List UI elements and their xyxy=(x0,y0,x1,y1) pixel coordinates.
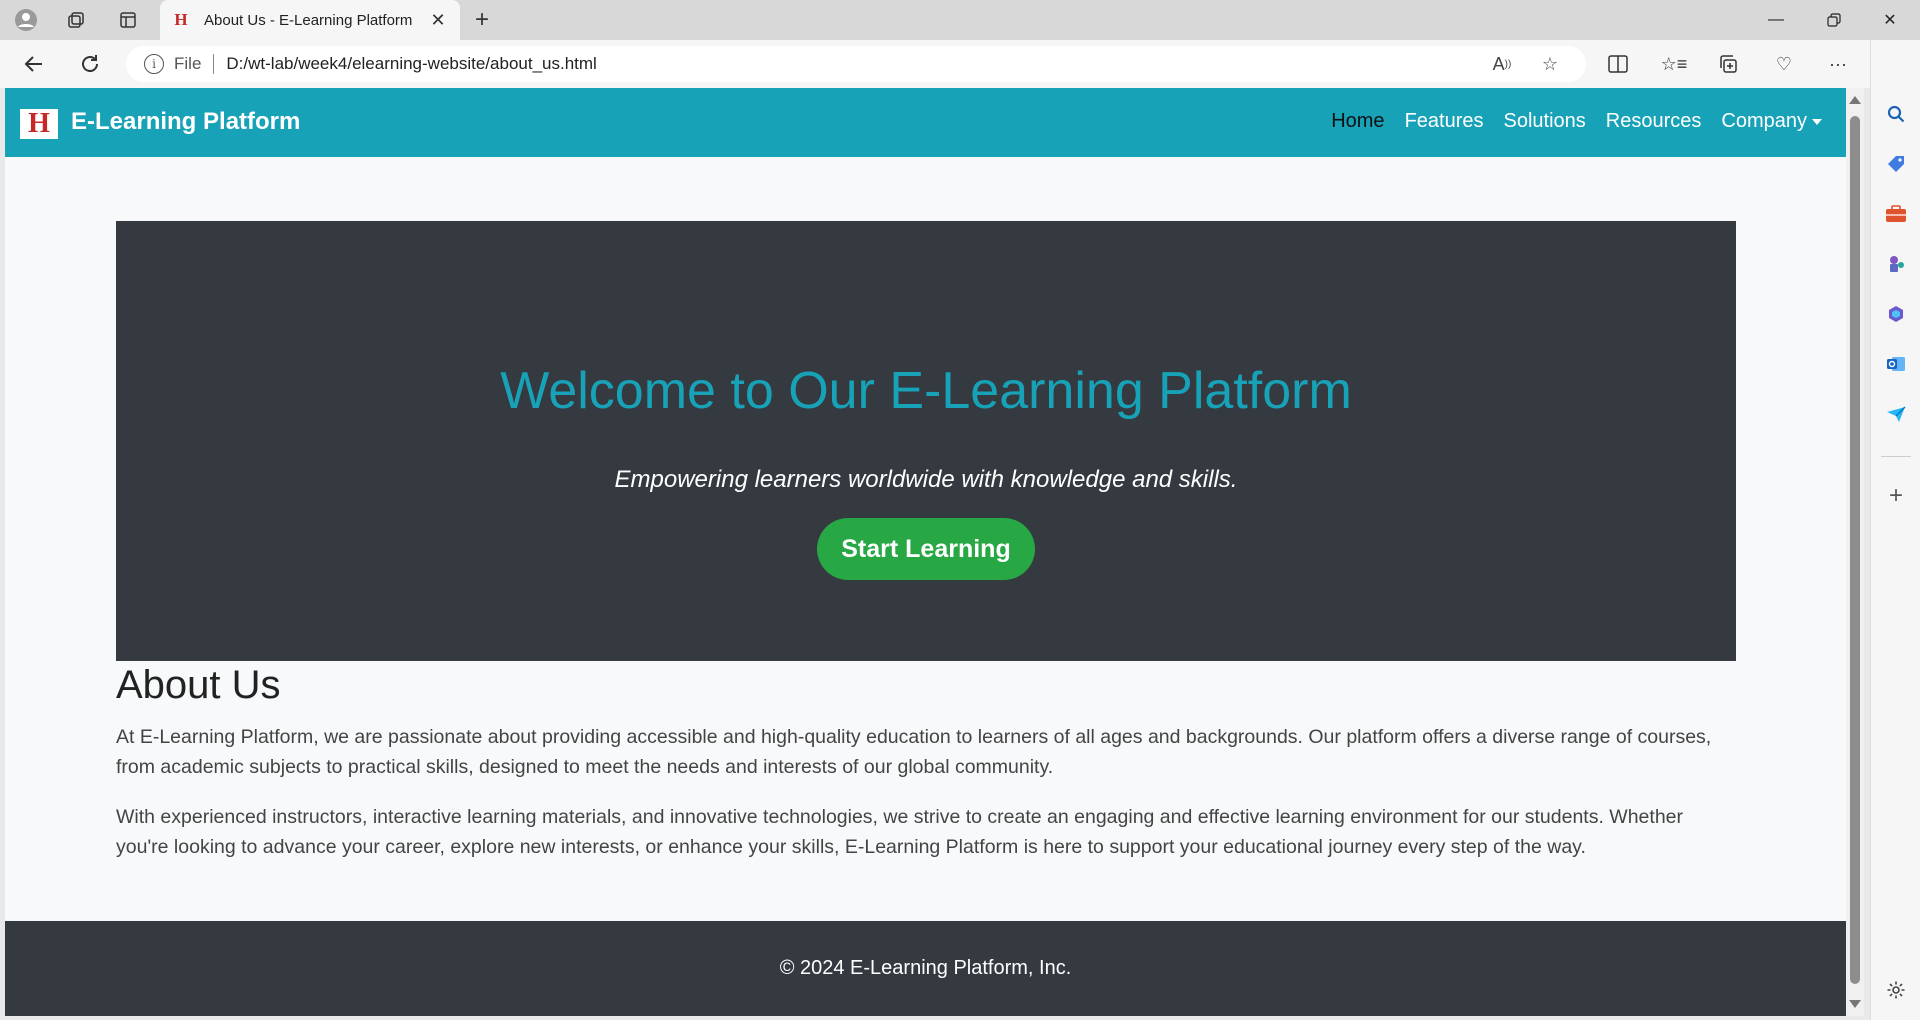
about-paragraph: With experienced instructors, interactiv… xyxy=(116,806,1683,858)
nav-link-company[interactable]: Company xyxy=(1721,110,1807,132)
vertical-tabs-icon[interactable] xyxy=(112,6,144,34)
brand-name[interactable]: E-Learning Platform xyxy=(71,108,300,136)
sidebar-settings-gear-icon[interactable] xyxy=(1880,974,1912,1006)
sidebar-divider xyxy=(1881,456,1911,457)
shopping-tag-icon[interactable] xyxy=(1880,148,1912,180)
games-icon[interactable] xyxy=(1880,248,1912,280)
tools-briefcase-icon[interactable] xyxy=(1880,198,1912,230)
outlook-icon[interactable] xyxy=(1880,348,1912,380)
nav-link-home[interactable]: Home xyxy=(1331,110,1384,133)
nav-dropdown-company[interactable]: Company xyxy=(1721,110,1822,133)
start-learning-button[interactable]: Start Learning xyxy=(817,518,1035,580)
search-icon[interactable] xyxy=(1880,98,1912,130)
microsoft-365-icon[interactable] xyxy=(1880,298,1912,330)
scroll-up-arrow-icon[interactable] xyxy=(1849,96,1861,104)
tab-favicon-icon: H xyxy=(174,10,188,29)
nav-link-resources[interactable]: Resources xyxy=(1606,110,1702,133)
close-tab-icon[interactable]: ✕ xyxy=(428,10,448,31)
scrollbar-thumb[interactable] xyxy=(1850,116,1860,984)
nav-links: Home Features Solutions Resources Compan… xyxy=(1331,110,1822,133)
site-footer: © 2024 E-Learning Platform, Inc. xyxy=(5,921,1846,1016)
profile-icon[interactable] xyxy=(10,6,42,34)
favorite-star-icon[interactable]: ☆ xyxy=(1536,52,1564,76)
nav-link-features[interactable]: Features xyxy=(1405,110,1484,133)
address-scheme-label: File xyxy=(174,54,202,73)
page-viewport: H E-Learning Platform Home Features Solu… xyxy=(5,88,1846,1016)
active-tab[interactable]: H About Us - E-Learning Platform ✕ xyxy=(160,0,460,40)
info-icon[interactable]: i xyxy=(144,54,164,74)
page-scrollbar[interactable] xyxy=(1846,88,1864,1016)
collections-icon[interactable] xyxy=(1712,50,1744,78)
footer-copyright: © 2024 E-Learning Platform, Inc. xyxy=(779,957,1072,979)
about-paragraph: At E-Learning Platform, we are passionat… xyxy=(116,726,1712,778)
scroll-down-arrow-icon[interactable] xyxy=(1849,1000,1861,1008)
favorites-icon[interactable]: ☆≡ xyxy=(1658,50,1690,78)
browser-toolbar: i File D:/wt-lab/week4/elearning-website… xyxy=(0,40,1920,88)
read-aloud-icon[interactable]: A)) xyxy=(1488,52,1516,76)
brand-logo-icon[interactable]: H xyxy=(20,108,58,139)
hero-title: Welcome to Our E-Learning Platform xyxy=(500,362,1352,420)
hero-banner: Welcome to Our E-Learning Platform Empow… xyxy=(116,221,1736,661)
site-navbar: H E-Learning Platform Home Features Solu… xyxy=(5,88,1846,157)
split-screen-icon[interactable] xyxy=(1602,50,1634,78)
new-tab-button[interactable]: + xyxy=(466,6,498,34)
address-url[interactable]: D:/wt-lab/week4/elearning-website/about_… xyxy=(226,54,596,74)
tab-title: About Us - E-Learning Platform xyxy=(204,11,413,29)
hero-subtitle: Empowering learners worldwide with knowl… xyxy=(614,466,1238,493)
send-drop-icon[interactable] xyxy=(1880,398,1912,430)
tab-strip: H About Us - E-Learning Platform ✕ + — ✕ xyxy=(0,0,1920,40)
nav-link-solutions[interactable]: Solutions xyxy=(1504,110,1586,133)
about-heading: About Us xyxy=(116,663,281,707)
back-arrow-icon[interactable] xyxy=(16,48,52,80)
address-bar[interactable]: i File D:/wt-lab/week4/elearning-website… xyxy=(126,46,1586,82)
address-separator xyxy=(213,54,215,74)
refresh-icon[interactable] xyxy=(72,48,108,80)
restore-icon[interactable] xyxy=(1806,0,1862,40)
close-window-icon[interactable]: ✕ xyxy=(1862,0,1918,40)
more-options-icon[interactable]: ··· xyxy=(1822,50,1854,78)
minimize-icon[interactable]: — xyxy=(1748,0,1804,40)
workspaces-icon[interactable] xyxy=(60,6,92,34)
browser-essentials-icon[interactable]: ♡ xyxy=(1768,50,1800,78)
browser-sidebar: + xyxy=(1870,40,1920,1020)
about-section: About Us At E-Learning Platform, we are … xyxy=(116,663,1736,882)
chevron-down-icon xyxy=(1812,118,1822,125)
add-sidebar-app-icon[interactable]: + xyxy=(1880,480,1912,512)
